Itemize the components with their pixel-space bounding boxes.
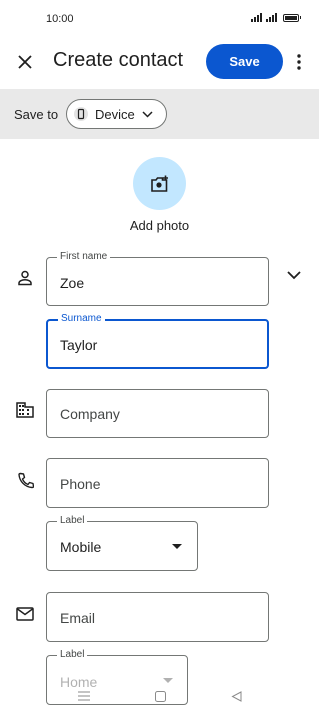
back-button[interactable]: [226, 686, 246, 706]
home-square-icon: [154, 690, 166, 702]
page-title: Create contact: [53, 49, 184, 71]
surname-field[interactable]: Surname Taylor: [46, 313, 269, 369]
phone-label-dropdown[interactable]: Label Mobile: [46, 515, 198, 571]
add-photo-camera-icon: [150, 175, 168, 192]
status-icons: [251, 13, 301, 22]
signal-icon-2: [266, 13, 277, 22]
first-name-field[interactable]: First name Zoe: [46, 251, 269, 306]
recents-button[interactable]: [74, 686, 94, 706]
signal-icon: [251, 13, 262, 22]
more-vert-icon: [297, 54, 301, 70]
close-icon: [18, 55, 32, 69]
email-field[interactable]: Email: [46, 592, 269, 642]
phone-placeholder: Phone: [60, 476, 101, 492]
chevron-down-icon: [287, 270, 301, 279]
device-label: Device: [95, 106, 135, 122]
phone-icon: [15, 470, 35, 490]
first-name-value: Zoe: [60, 275, 85, 291]
phone-label-caption: Label: [57, 515, 88, 527]
email-icon: [15, 604, 35, 624]
save-to-bar: Save to Device: [0, 89, 319, 139]
email-placeholder: Email: [60, 610, 96, 626]
close-button[interactable]: [13, 50, 37, 74]
system-nav-bar: [0, 678, 319, 714]
back-triangle-icon: [230, 690, 241, 702]
battery-icon: [283, 13, 301, 22]
phone-field[interactable]: Phone: [46, 458, 269, 508]
status-time: 10:00: [46, 13, 74, 25]
home-button[interactable]: [150, 686, 170, 706]
add-photo-label: Add photo: [129, 218, 190, 233]
device-selector[interactable]: Device: [66, 99, 167, 129]
expand-name-button[interactable]: [283, 264, 305, 286]
add-photo-button[interactable]: [133, 157, 186, 210]
menu-lines-icon: [78, 691, 90, 701]
company-field[interactable]: Company: [46, 389, 269, 438]
surname-label: Surname: [58, 313, 105, 325]
surname-value: Taylor: [60, 337, 98, 353]
company-icon: [15, 400, 35, 420]
app-bar: Create contact Save: [0, 40, 319, 88]
status-bar: 10:00: [0, 0, 319, 40]
company-placeholder: Company: [60, 406, 120, 422]
save-button[interactable]: Save: [206, 44, 283, 79]
person-icon: [15, 268, 35, 288]
email-label-caption: Label: [57, 649, 88, 661]
chevron-down-icon: [142, 110, 153, 118]
dropdown-arrow-icon: [172, 544, 182, 549]
more-options-button[interactable]: [291, 50, 307, 74]
phone-device-icon: [74, 107, 88, 121]
phone-label-value: Mobile: [60, 539, 102, 555]
first-name-label: First name: [57, 251, 111, 263]
save-to-label: Save to: [14, 107, 59, 122]
